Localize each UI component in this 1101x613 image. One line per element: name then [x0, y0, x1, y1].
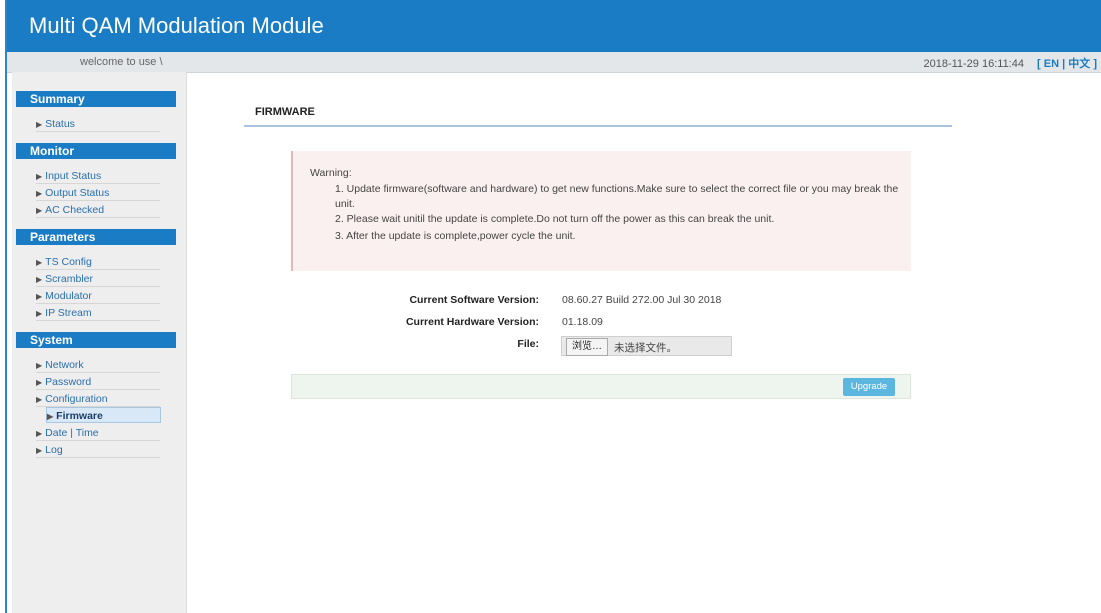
hardware-version-value: 01.18.09 [562, 316, 603, 328]
warning-line-1: 1. Update firmware(software and hardware… [335, 183, 899, 210]
app-header: Multi QAM Modulation Module [7, 0, 1101, 52]
sidebar-item-label: Password [45, 376, 92, 388]
triangle-right-icon: ▶ [36, 361, 43, 370]
language-switcher: [ EN | 中文 ] [1037, 58, 1097, 70]
sidebar-item-log[interactable]: ▶ Log [36, 442, 160, 458]
browse-button[interactable]: 浏览… [566, 338, 608, 356]
warning-box: Warning: 1. Update firmware(software and… [291, 151, 911, 271]
triangle-right-icon: ▶ [36, 258, 43, 267]
triangle-right-icon: ▶ [36, 275, 43, 284]
sidebar-item-label: Status [45, 118, 75, 130]
sidebar-item-label: Configuration [45, 393, 108, 405]
triangle-right-icon: ▶ [36, 292, 43, 301]
software-version-label: Current Software Version: [409, 294, 539, 306]
triangle-right-icon: ▶ [36, 395, 43, 404]
sidebar-item-label: Output Status [45, 187, 110, 199]
status-bar: welcome to use \ 2018-11-29 16:11:44 [ E… [7, 52, 1101, 73]
sidebar-item-ip-stream[interactable]: ▶ IP Stream [36, 305, 160, 321]
left-edge-border [0, 0, 7, 613]
sidebar-item-label: Modulator [45, 290, 92, 302]
status-right: 2018-11-29 16:11:44 [ EN | 中文 ] [923, 55, 1097, 71]
sidebar-item-scrambler[interactable]: ▶ Scrambler [36, 271, 160, 287]
file-input[interactable]: 浏览… 未选择文件。 [561, 336, 732, 356]
sidebar-item-label: TS Config [45, 256, 92, 268]
sidebar-item-status[interactable]: ▶ Status [36, 116, 160, 132]
triangle-right-icon: ▶ [36, 189, 43, 198]
sidebar-item-network[interactable]: ▶ Network [36, 357, 160, 373]
sidebar-item-label: Scrambler [45, 273, 94, 285]
triangle-right-icon: ▶ [36, 120, 43, 129]
file-label: File: [517, 338, 539, 350]
triangle-right-icon: ▶ [36, 446, 43, 455]
lang-bracket-close: ] [1093, 58, 1097, 70]
software-version-value: 08.60.27 Build 272.00 Jul 30 2018 [562, 294, 722, 306]
sidebar-item-label: AC Checked [45, 204, 105, 216]
sidebar-item-label: Date | Time [45, 427, 99, 439]
triangle-right-icon: ▶ [36, 429, 43, 438]
triangle-right-icon: ▶ [47, 412, 54, 421]
triangle-right-icon: ▶ [36, 206, 43, 215]
welcome-text: welcome to use \ [80, 56, 163, 68]
warning-line-3: 3. After the update is complete,power cy… [335, 230, 576, 242]
warning-label: Warning: [310, 167, 352, 179]
sidebar-item-ac-checked[interactable]: ▶ AC Checked [36, 202, 160, 218]
datetime-display: 2018-11-29 16:11:44 [923, 58, 1024, 70]
page-title: FIRMWARE [255, 106, 315, 118]
sidebar-group-summary: Summary [16, 91, 176, 107]
hardware-version-label: Current Hardware Version: [405, 316, 539, 328]
sidebar-item-label: Network [45, 359, 84, 371]
title-divider [244, 125, 952, 127]
triangle-right-icon: ▶ [36, 309, 43, 318]
sidebar-item-label: Input Status [45, 170, 102, 182]
sidebar-group-system: System [16, 332, 176, 348]
app-title: Multi QAM Modulation Module [29, 13, 324, 38]
triangle-right-icon: ▶ [36, 172, 43, 181]
sidebar-item-ts-config[interactable]: ▶ TS Config [36, 254, 160, 270]
sidebar-item-configuration[interactable]: ▶ Configuration [36, 391, 160, 407]
lang-zh-link[interactable]: 中文 [1068, 58, 1090, 70]
sidebar-item-modulator[interactable]: ▶ Modulator [36, 288, 160, 304]
lang-en-link[interactable]: EN [1044, 58, 1059, 70]
sidebar-item-output-status[interactable]: ▶ Output Status [36, 185, 160, 201]
upgrade-button[interactable]: Upgrade [843, 378, 895, 396]
file-status-text: 未选择文件。 [614, 342, 677, 354]
action-bar: Upgrade [291, 374, 911, 399]
sidebar-item-label: Log [45, 444, 63, 456]
sidebar-item-label: IP Stream [45, 307, 92, 319]
sidebar-item-password[interactable]: ▶ Password [36, 374, 160, 390]
sidebar-item-firmware[interactable]: ▶ Firmware [46, 407, 161, 423]
sidebar-group-parameters: Parameters [16, 229, 176, 245]
sidebar-item-input-status[interactable]: ▶ Input Status [36, 168, 160, 184]
sidebar-group-monitor: Monitor [16, 143, 176, 159]
triangle-right-icon: ▶ [36, 378, 43, 387]
lang-bracket-open: [ [1037, 58, 1041, 70]
sidebar-item-date-time[interactable]: ▶ Date | Time [36, 425, 160, 441]
lang-separator: | [1062, 58, 1066, 70]
warning-line-2: 2. Please wait unitil the update is comp… [335, 213, 775, 225]
sidebar-item-label: Firmware [56, 410, 103, 422]
